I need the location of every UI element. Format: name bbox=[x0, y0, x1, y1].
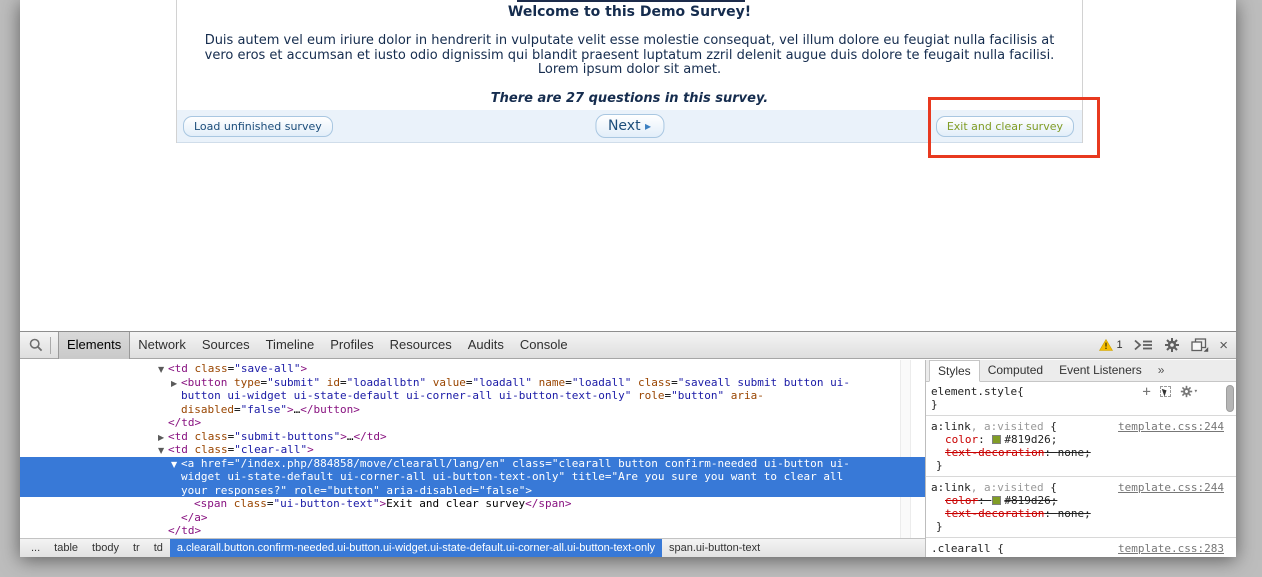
element-style-selector: element.style bbox=[931, 385, 1017, 398]
elements-panel: ▼<td class="save-all">▶<button type="sub… bbox=[20, 360, 925, 557]
tree-row[interactable]: ▼<td class="save-all"> bbox=[20, 362, 925, 376]
load-unfinished-survey-button[interactable]: Load unfinished survey bbox=[183, 116, 333, 137]
red-annotation-rectangle bbox=[928, 97, 1100, 158]
sidebar-tabs: StylesComputedEvent Listeners» bbox=[926, 360, 1236, 382]
elements-tree: ▼<td class="save-all">▶<button type="sub… bbox=[20, 360, 925, 538]
breadcrumb-item[interactable]: span.ui-button-text bbox=[662, 539, 767, 557]
tree-row[interactable]: <span class="ui-button-text">Exit and cl… bbox=[20, 497, 925, 511]
styles-sidebar: StylesComputedEvent Listeners» element.s… bbox=[925, 360, 1236, 557]
console-drawer-icon[interactable] bbox=[1134, 339, 1153, 351]
dock-side-icon[interactable]: ◢ bbox=[1191, 338, 1209, 353]
survey-description: Duis autem vel eum iriure dolor in hendr… bbox=[177, 34, 1082, 78]
expanded-arrow-icon[interactable]: ▼ bbox=[171, 458, 177, 472]
next-arrow-icon: ▸ bbox=[645, 119, 651, 133]
css-rule-close-brace: } bbox=[931, 520, 1224, 533]
breadcrumb-item[interactable]: tbody bbox=[85, 539, 126, 557]
breadcrumb: ...tabletbodytrtda.clearall.button.confi… bbox=[20, 538, 925, 557]
devtools-main: ▼<td class="save-all">▶<button type="sub… bbox=[20, 360, 1236, 557]
style-rules: template.css:244a:link, a:visited {color… bbox=[926, 415, 1236, 555]
tree-row[interactable]: </td> bbox=[20, 416, 925, 430]
dock-options-caret: ◢ bbox=[1204, 346, 1209, 353]
survey-page: Welcome to this Demo Survey! Duis autem … bbox=[20, 0, 1236, 331]
survey-description-line: Duis autem vel eum iriure dolor in hendr… bbox=[177, 34, 1082, 49]
devtools-tab-sources[interactable]: Sources bbox=[194, 332, 258, 359]
element-style-close-brace: } bbox=[926, 398, 1236, 411]
devtools-toolbar-right: 1 ◢ × bbox=[1099, 337, 1228, 353]
tree-row[interactable]: ▶<button type="submit" id="loadallbtn" v… bbox=[20, 376, 925, 417]
styles-content: element.style { + ▾ } template.css:244a:… bbox=[926, 382, 1236, 557]
close-devtools-icon[interactable]: × bbox=[1219, 338, 1228, 353]
devtools-tab-profiles[interactable]: Profiles bbox=[322, 332, 381, 359]
devtools-tab-resources[interactable]: Resources bbox=[382, 332, 460, 359]
css-property[interactable]: color: #819d26; bbox=[931, 494, 1224, 507]
sidebar-tab-event-listeners[interactable]: Event Listeners bbox=[1051, 360, 1150, 381]
styles-pane-icons: + ▾ bbox=[1142, 385, 1198, 398]
sidebar-tab-styles[interactable]: Styles bbox=[929, 360, 980, 382]
css-property[interactable]: color: #819d26; bbox=[931, 433, 1224, 446]
tree-row[interactable]: ▼<td class="clear-all"> bbox=[20, 443, 925, 457]
tree-row[interactable]: </td> bbox=[20, 524, 925, 538]
breadcrumb-item[interactable]: ... bbox=[24, 539, 47, 557]
devtools-tab-elements[interactable]: Elements bbox=[58, 332, 130, 359]
toggle-element-state-icon[interactable] bbox=[1160, 386, 1171, 397]
css-rule[interactable]: template.css:244a:link, a:visited {color… bbox=[926, 481, 1236, 533]
expanded-arrow-icon[interactable]: ▼ bbox=[158, 363, 164, 377]
browser-window: Welcome to this Demo Survey! Duis autem … bbox=[20, 0, 1236, 557]
css-source-link[interactable]: template.css:244 bbox=[1118, 420, 1224, 433]
breadcrumb-item[interactable]: table bbox=[47, 539, 85, 557]
survey-title: Welcome to this Demo Survey! bbox=[177, 4, 1082, 20]
warning-icon bbox=[1099, 339, 1113, 351]
warning-count: 1 bbox=[1116, 339, 1122, 351]
gear-caret-icon: ▾ bbox=[1194, 385, 1198, 398]
devtools-tab-timeline[interactable]: Timeline bbox=[258, 332, 323, 359]
color-swatch[interactable] bbox=[992, 435, 1001, 444]
color-swatch[interactable] bbox=[992, 496, 1001, 505]
expanded-arrow-icon[interactable]: ▼ bbox=[158, 444, 164, 458]
rule-separator bbox=[926, 476, 1236, 477]
styles-settings-gear-icon[interactable]: ▾ bbox=[1180, 385, 1198, 398]
sidebar-tabs-overflow-icon[interactable]: » bbox=[1150, 360, 1173, 381]
settings-gear-icon[interactable] bbox=[1164, 337, 1180, 353]
element-style-rule[interactable]: element.style { + ▾ bbox=[926, 385, 1236, 398]
warning-indicator[interactable]: 1 bbox=[1099, 339, 1122, 351]
css-source-link[interactable]: template.css:283 bbox=[1118, 542, 1224, 555]
rule-separator bbox=[926, 537, 1236, 538]
toolbar-separator bbox=[50, 337, 51, 354]
survey-description-line: vero eros et accumsan et iusto odio dign… bbox=[177, 49, 1082, 64]
devtools-tabs: ElementsNetworkSourcesTimelineProfilesRe… bbox=[58, 332, 576, 359]
inspect-search-icon[interactable] bbox=[28, 337, 44, 353]
collapsed-arrow-icon[interactable]: ▶ bbox=[171, 377, 177, 391]
selected-tree-row[interactable]: ▼<a href="/index.php/884858/move/clearal… bbox=[20, 457, 925, 498]
survey-description-line: Lorem ipsum dolor sit amet. bbox=[177, 63, 1082, 78]
devtools-panel: ElementsNetworkSourcesTimelineProfilesRe… bbox=[20, 331, 1236, 557]
breadcrumb-item[interactable]: tr bbox=[126, 539, 147, 557]
css-property[interactable]: text-decoration: none; bbox=[931, 507, 1224, 520]
tree-row[interactable]: </a> bbox=[20, 511, 925, 525]
css-source-link[interactable]: template.css:244 bbox=[1118, 481, 1224, 494]
css-rule-close-brace: } bbox=[931, 459, 1224, 472]
sidebar-tab-computed[interactable]: Computed bbox=[980, 360, 1051, 381]
devtools-toolbar: ElementsNetworkSourcesTimelineProfilesRe… bbox=[20, 332, 1236, 359]
rule-separator bbox=[926, 415, 1236, 416]
css-rule[interactable]: template.css:244a:link, a:visited {color… bbox=[926, 420, 1236, 472]
devtools-tab-console[interactable]: Console bbox=[512, 332, 576, 359]
devtools-tab-network[interactable]: Network bbox=[130, 332, 194, 359]
styles-scrollbar-thumb[interactable] bbox=[1226, 385, 1234, 412]
new-style-rule-icon[interactable]: + bbox=[1142, 387, 1150, 397]
css-rule[interactable]: template.css:283.clearall { bbox=[926, 542, 1236, 555]
css-property[interactable]: text-decoration: none; bbox=[931, 446, 1224, 459]
collapsed-arrow-icon[interactable]: ▶ bbox=[158, 431, 164, 445]
next-button[interactable]: Next ▸ bbox=[595, 114, 664, 138]
devtools-tab-audits[interactable]: Audits bbox=[460, 332, 512, 359]
breadcrumb-item[interactable]: a.clearall.button.confirm-needed.ui-butt… bbox=[170, 539, 662, 557]
breadcrumb-item[interactable]: td bbox=[147, 539, 170, 557]
tree-row[interactable]: ▶<td class="submit-buttons">…</td> bbox=[20, 430, 925, 444]
